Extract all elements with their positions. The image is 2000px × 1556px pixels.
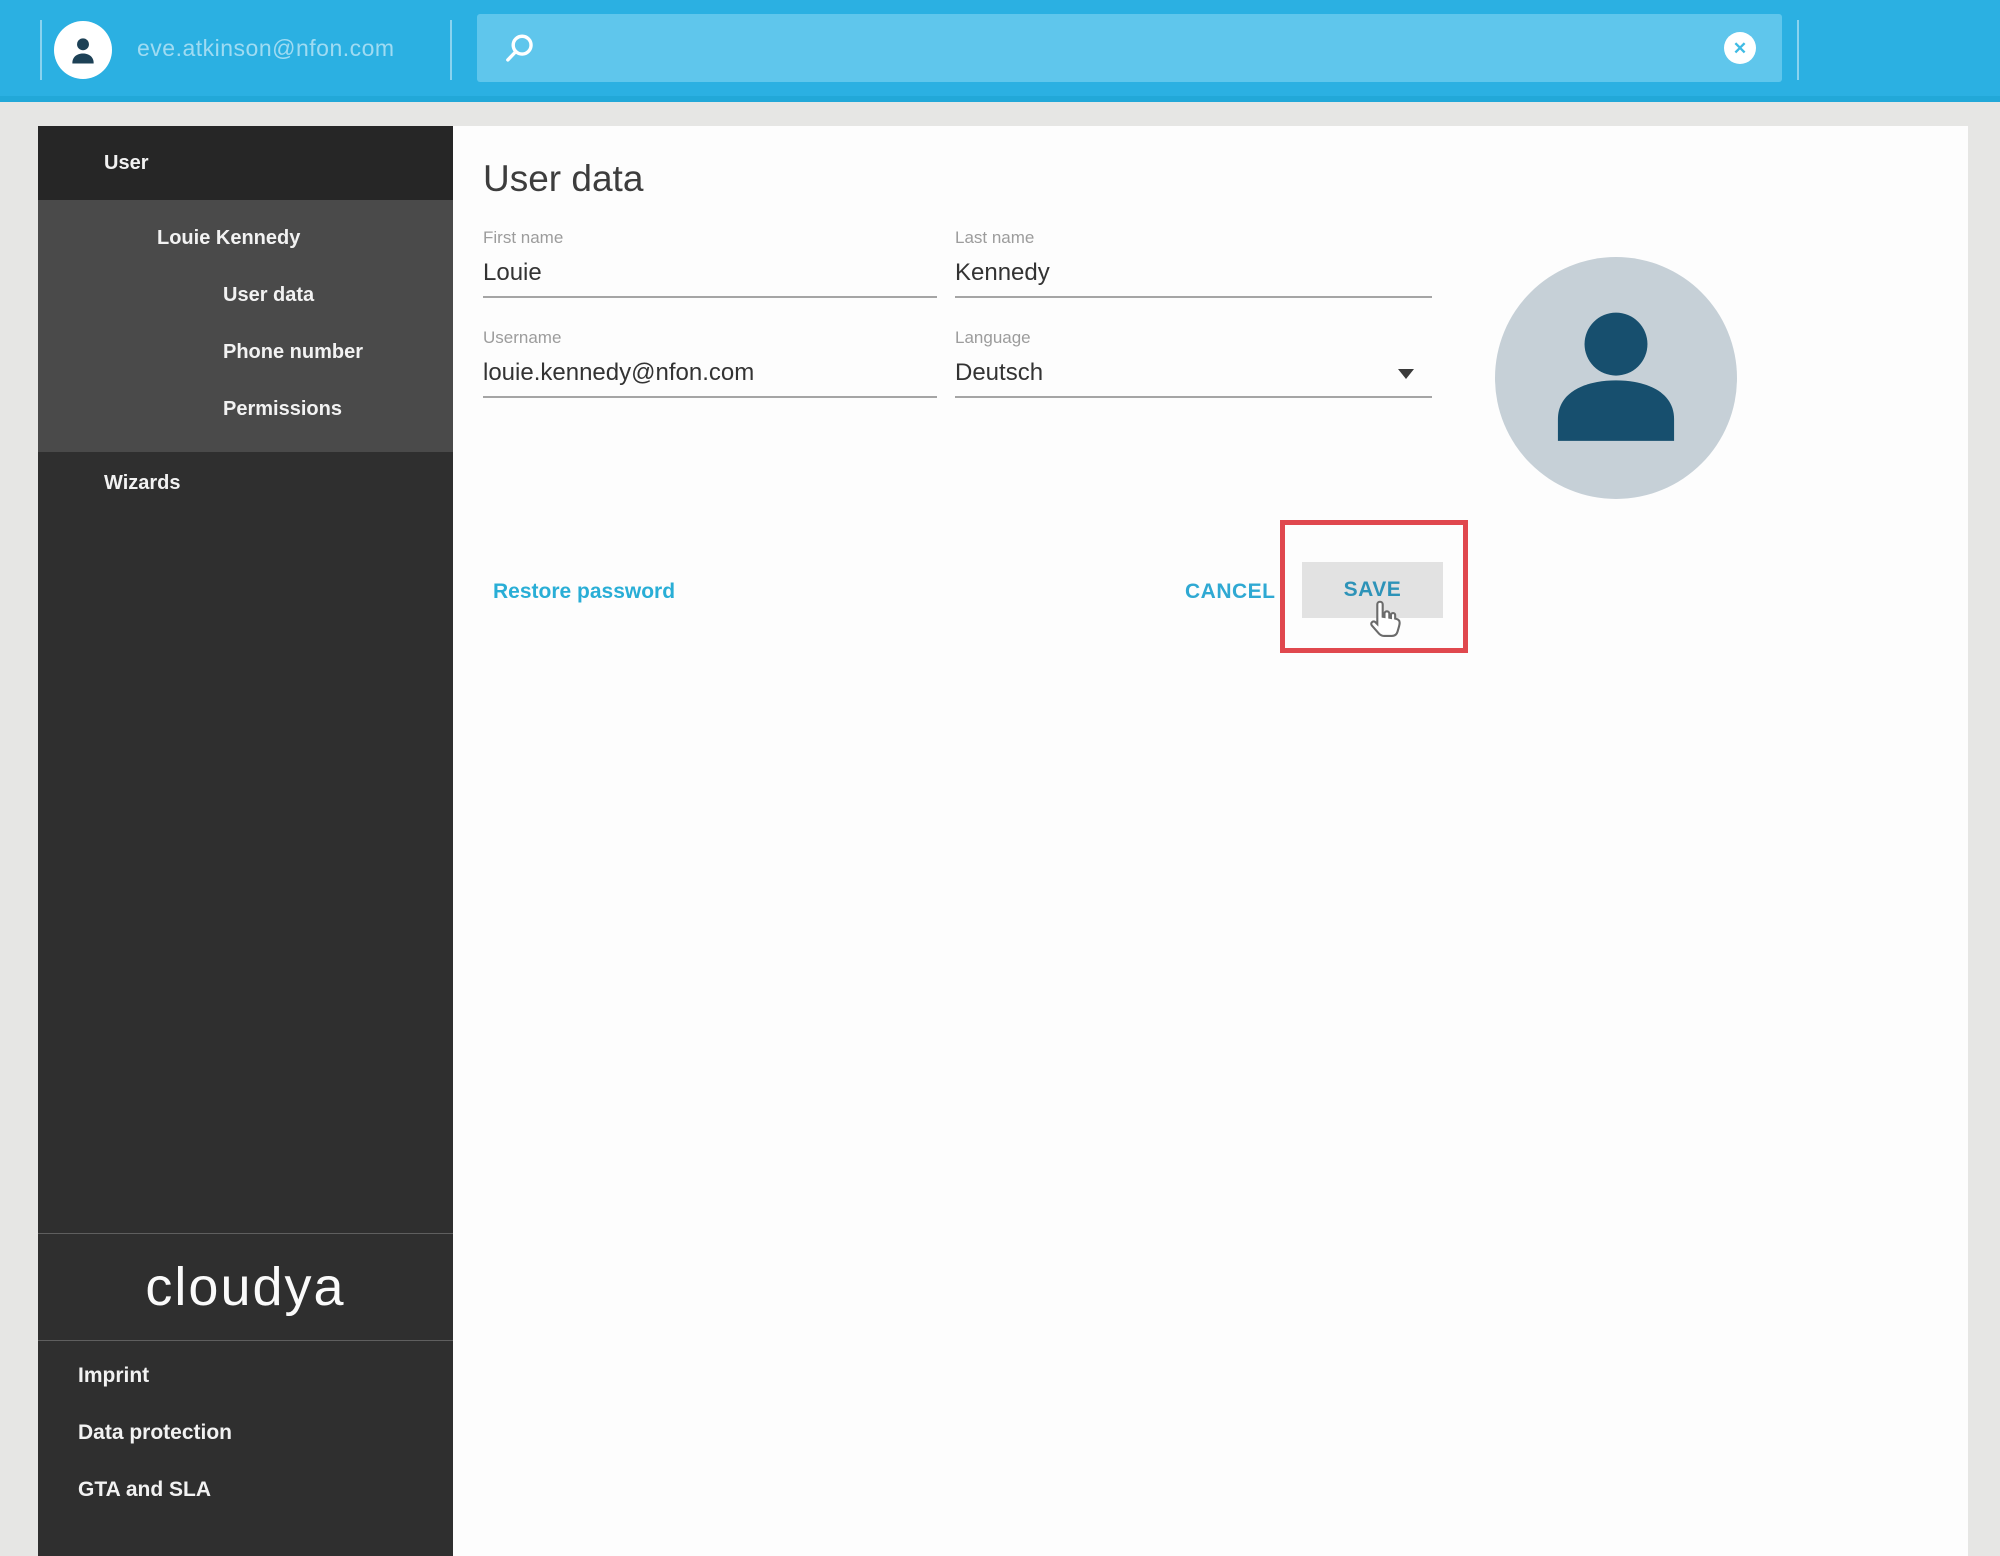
language-select[interactable]: Deutsch bbox=[955, 359, 1432, 398]
sidebar-item-louie-kennedy[interactable]: Louie Kennedy bbox=[38, 210, 453, 267]
search-bar[interactable]: ✕ bbox=[477, 14, 1782, 84]
sidebar-item-wizards[interactable]: Wizards bbox=[38, 452, 453, 514]
restore-password-link[interactable]: Restore password bbox=[493, 580, 675, 604]
language-field: Language Deutsch bbox=[955, 328, 1432, 398]
footer-link-imprint[interactable]: Imprint bbox=[38, 1347, 453, 1404]
sidebar-item-permissions[interactable]: Permissions bbox=[38, 381, 453, 438]
sidebar-logo-section: cloudya bbox=[38, 1233, 453, 1341]
topbar-divider bbox=[40, 20, 42, 80]
cancel-button[interactable]: CANCEL bbox=[1185, 580, 1276, 604]
sidebar-item-label: User data bbox=[223, 284, 315, 306]
account-email[interactable]: eve.atkinson@nfon.com bbox=[137, 0, 395, 96]
user-avatar-icon bbox=[1557, 312, 1675, 441]
chevron-down-icon bbox=[1398, 369, 1414, 379]
sidebar-footer: Imprint Data protection GTA and SLA bbox=[38, 1347, 453, 1518]
sidebar-item-label: Louie Kennedy bbox=[157, 227, 301, 249]
sidebar-item-label: User bbox=[104, 151, 149, 174]
last-name-input[interactable] bbox=[955, 259, 1432, 298]
user-avatar-icon bbox=[72, 38, 94, 64]
username-field: Username bbox=[483, 328, 937, 398]
search-input[interactable] bbox=[553, 14, 1717, 84]
clear-search-button[interactable]: ✕ bbox=[1724, 32, 1756, 64]
footer-link-label: GTA and SLA bbox=[78, 1477, 211, 1501]
sidebar: User Louie Kennedy User data Phone numbe… bbox=[38, 126, 453, 1556]
footer-link-label: Data protection bbox=[78, 1420, 233, 1444]
username-input[interactable] bbox=[483, 359, 937, 398]
username-label: Username bbox=[483, 328, 562, 347]
sidebar-item-user[interactable]: User bbox=[38, 126, 453, 200]
profile-avatar[interactable] bbox=[1495, 257, 1737, 499]
first-name-input[interactable] bbox=[483, 259, 937, 298]
topbar-divider bbox=[450, 20, 452, 80]
sidebar-item-label: Phone number bbox=[223, 341, 364, 363]
footer-link-gta-and-sla[interactable]: GTA and SLA bbox=[38, 1461, 453, 1518]
footer-link-data-protection[interactable]: Data protection bbox=[38, 1404, 453, 1461]
language-label: Language bbox=[955, 328, 1031, 347]
last-name-field: Last name bbox=[955, 228, 1432, 298]
sidebar-item-user-data[interactable]: User data bbox=[38, 267, 453, 324]
footer-link-label: Imprint bbox=[78, 1363, 150, 1387]
sidebar-item-phone-number[interactable]: Phone number bbox=[38, 324, 453, 381]
sidebar-item-label: Wizards bbox=[104, 471, 181, 494]
topbar-divider bbox=[1797, 20, 1799, 80]
first-name-field: First name bbox=[483, 228, 937, 298]
last-name-label: Last name bbox=[955, 228, 1035, 247]
language-selected-value: Deutsch bbox=[955, 359, 1044, 386]
search-icon bbox=[506, 34, 533, 62]
sidebar-item-label: Permissions bbox=[223, 398, 342, 420]
sidebar-active-group: Louie Kennedy User data Phone number Per… bbox=[38, 200, 453, 452]
save-button[interactable]: SAVE bbox=[1302, 562, 1443, 618]
save-button-label: SAVE bbox=[1343, 578, 1402, 601]
page-title: User data bbox=[483, 158, 644, 199]
topbar: eve.atkinson@nfon.com ✕ bbox=[0, 0, 2000, 102]
account-avatar-button[interactable] bbox=[54, 21, 112, 79]
cloudya-logo: cloudya bbox=[145, 1257, 346, 1317]
first-name-label: First name bbox=[483, 228, 564, 247]
close-icon: ✕ bbox=[1732, 38, 1748, 58]
cloudya-admin-screen: eve.atkinson@nfon.com ✕ User Louie Kenne… bbox=[0, 0, 2000, 1556]
